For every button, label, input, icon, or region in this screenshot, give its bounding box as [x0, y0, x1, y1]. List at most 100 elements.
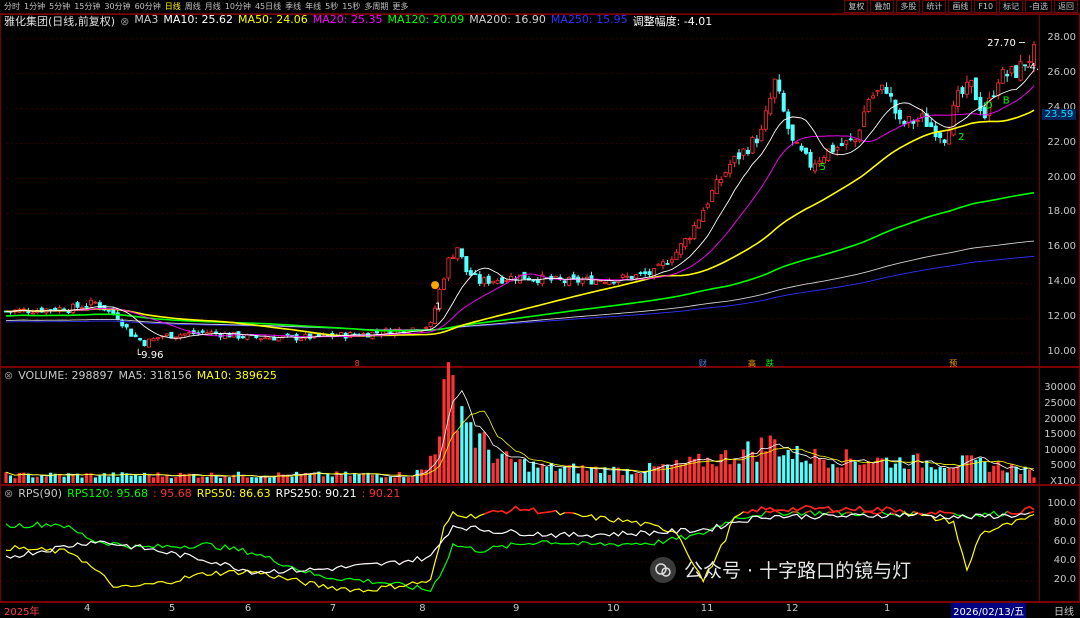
volume-bar — [965, 455, 968, 483]
candle — [778, 80, 781, 91]
volume-bar — [487, 450, 490, 483]
candle — [523, 272, 526, 278]
volume-bar — [961, 455, 964, 483]
candle — [715, 180, 718, 194]
wave-label: D — [985, 101, 993, 112]
candle — [71, 304, 74, 312]
volume-bar — [577, 473, 580, 483]
candle — [572, 275, 575, 278]
volume-bar — [679, 464, 682, 483]
volume-bar — [983, 462, 986, 483]
volume-bar — [407, 477, 410, 483]
event-marker: 8 — [355, 359, 360, 368]
low-price-label: └9.96 — [135, 348, 163, 361]
volume-bar — [277, 472, 280, 483]
rps-strong-segment — [1030, 512, 1034, 513]
volume-bar — [206, 477, 209, 483]
x-axis-label: 1 — [884, 603, 890, 614]
volume-bar — [98, 476, 101, 483]
candle — [854, 140, 857, 142]
candle — [621, 275, 624, 277]
event-marker: 财 — [699, 358, 707, 368]
volume-bar — [121, 472, 124, 483]
volume-bar — [742, 449, 745, 483]
x-axis-label: 5 — [169, 603, 175, 614]
volume-bar — [80, 478, 83, 483]
axis-tick-label: 80.0 — [1054, 517, 1076, 528]
volume-bar — [492, 463, 495, 483]
volume-bar — [764, 451, 767, 483]
kline-chart[interactable]: └9.9627.70 ─-4.0152DB8财高跌预 — [0, 0, 1040, 617]
candle — [782, 93, 785, 111]
candle — [885, 87, 888, 93]
axis-tick-label: 40.0 — [1054, 555, 1076, 566]
volume-bar — [720, 454, 723, 483]
candle — [156, 338, 159, 339]
candle — [165, 334, 168, 336]
volume-bar — [201, 476, 204, 483]
candle — [496, 280, 499, 283]
rps-strong-segment — [927, 511, 954, 514]
volume-bar — [326, 474, 329, 483]
volume-bar — [340, 475, 343, 483]
volume-bar — [1028, 469, 1031, 483]
candle — [474, 274, 477, 275]
volume-bar — [827, 468, 830, 483]
volume-bar — [465, 422, 468, 483]
volume-bar — [362, 473, 365, 483]
volume-axis: 30000250002000015000100005000X100 — [1039, 367, 1080, 485]
toolbar-button[interactable]: 返回 — [1054, 0, 1078, 13]
candle — [997, 83, 1000, 96]
volume-bar — [992, 466, 995, 483]
volume-bar — [250, 477, 253, 483]
candle — [554, 276, 557, 277]
volume-bar — [532, 462, 535, 483]
volume-bar — [116, 477, 119, 483]
candle — [442, 279, 445, 289]
x-axis-label: 11 — [701, 603, 714, 614]
candle — [769, 98, 772, 114]
volume-bar — [791, 459, 794, 483]
candle — [670, 260, 673, 262]
candle — [568, 277, 571, 285]
volume-bar — [988, 472, 991, 483]
high-change-label: -4.0 — [1026, 62, 1040, 73]
candle — [661, 262, 664, 266]
candle — [648, 272, 651, 275]
candle — [724, 172, 727, 176]
volume-bar — [416, 470, 419, 483]
candle — [483, 278, 486, 284]
candle — [630, 276, 633, 279]
candle — [465, 256, 468, 271]
axis-tick-label: 5000 — [1051, 460, 1076, 471]
candle — [478, 275, 481, 284]
axis-tick-label: 14.00 — [1047, 276, 1076, 287]
candle — [85, 306, 88, 307]
x-axis-label: 2026/02/13/五 — [951, 603, 1026, 618]
candle — [728, 164, 731, 173]
volume-bar — [389, 477, 392, 483]
volume-bar — [411, 476, 414, 483]
volume-bar — [375, 475, 378, 483]
axis-tick-label: 16.00 — [1047, 241, 1076, 252]
candle — [679, 244, 682, 255]
volume-bar — [349, 476, 352, 483]
volume-bar — [800, 462, 803, 483]
volume-bar — [934, 469, 937, 483]
candle — [143, 340, 146, 345]
volume-bar — [822, 460, 825, 483]
volume-bar — [366, 473, 369, 483]
volume-bar — [63, 477, 66, 483]
volume-bar — [94, 477, 97, 483]
axis-tick-label: 100.0 — [1047, 498, 1076, 509]
volume-bar — [1006, 472, 1009, 483]
volume-bar — [36, 477, 39, 483]
candle — [675, 252, 678, 259]
volume-bar — [179, 473, 182, 483]
wave-label: 5 — [819, 162, 825, 173]
volume-bar — [174, 477, 177, 483]
volume-bar — [456, 431, 459, 483]
candle — [684, 239, 687, 247]
wave-label: 1 — [435, 302, 441, 313]
rps-strong-segment — [918, 513, 922, 514]
